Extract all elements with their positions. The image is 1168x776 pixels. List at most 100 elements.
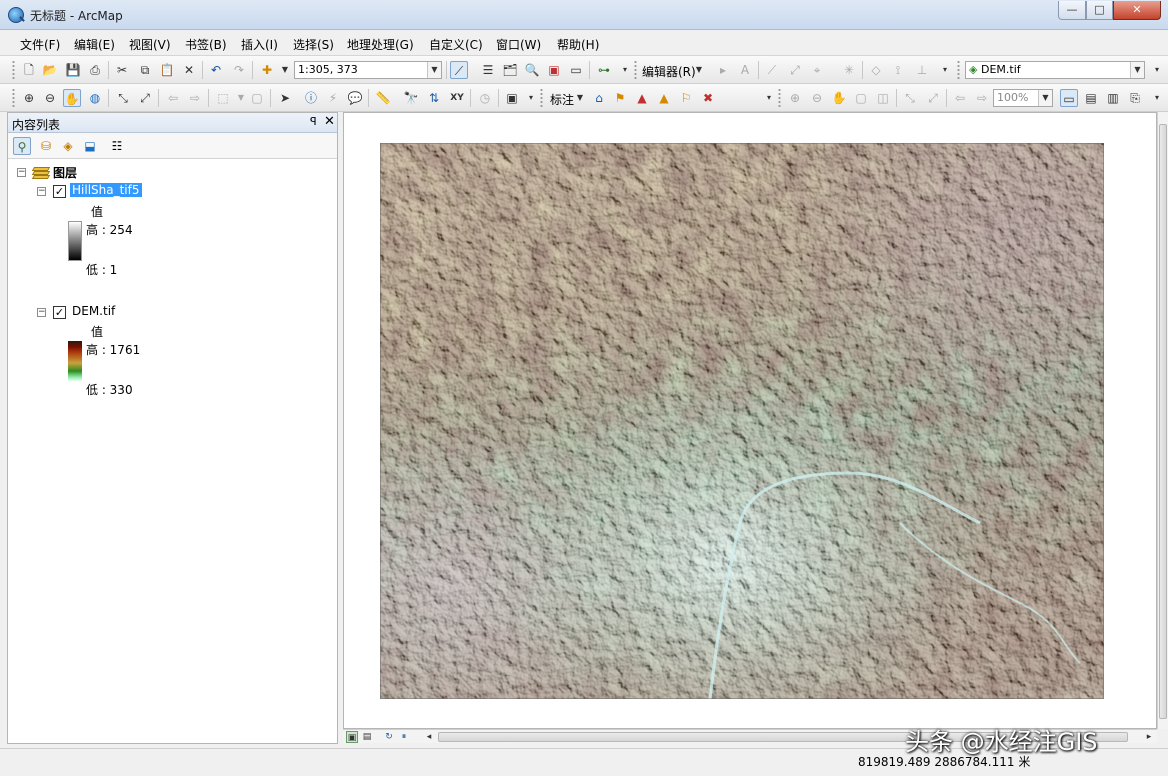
toolbar-options-icon[interactable]: ▾ [522,89,540,107]
paste-icon[interactable]: 📋 [158,61,176,79]
print-icon[interactable]: ⎙ [86,61,104,79]
model-builder-icon[interactable]: ⊶ [595,61,613,79]
add-data-icon[interactable]: ✚ [258,61,276,79]
catalog-icon[interactable]: 🗂 [501,61,519,79]
reshape-icon[interactable]: ⟟ [889,61,907,79]
identify-icon[interactable]: ⓘ [302,89,320,107]
collapse-layer-icon[interactable]: − [37,187,46,196]
layer-name-dem[interactable]: DEM.tif [72,304,115,318]
toolbar-options-icon[interactable]: ▾ [1148,89,1166,107]
arctoolbox-icon[interactable]: ▣ [545,61,563,79]
chevron-down-icon[interactable]: ▼ [694,61,704,79]
zoom-100-icon[interactable]: ◫ [874,89,892,107]
find-route-icon[interactable]: ⇅ [425,89,443,107]
list-drawing-order-icon[interactable]: ⚲ [13,137,31,155]
label-priority-icon[interactable]: ⚑ [611,89,629,107]
delete-icon[interactable]: ✕ [180,61,198,79]
fixed-zoom-in-layout-icon[interactable]: ⤡ [901,89,919,107]
trace-icon[interactable]: ⌖ [808,61,826,79]
edit-vertices-icon[interactable]: ◇ [867,61,885,79]
toolbar-options-icon[interactable]: ▾ [760,89,778,107]
layout-zoom-out-icon[interactable]: ⊖ [808,89,826,107]
menu-help[interactable]: 帮助(H) [557,36,599,53]
html-popup-icon[interactable]: 💬 [346,89,364,107]
fixed-zoom-out-layout-icon[interactable]: ⤢ [924,89,942,107]
chevron-down-icon[interactable]: ▼ [427,62,441,78]
chevron-down-icon[interactable]: ▼ [1130,62,1144,78]
open-icon[interactable]: 📂 [41,61,59,79]
add-data-dropdown-icon[interactable]: ▼ [276,61,294,79]
menu-edit[interactable]: 编辑(E) [74,36,115,53]
hyperlink-icon[interactable]: ⚡ [324,89,342,107]
fixed-zoom-in-icon[interactable]: ⤡ [114,89,132,107]
zoom-whole-page-icon[interactable]: ▢ [852,89,870,107]
fixed-zoom-out-icon[interactable]: ⤢ [136,89,154,107]
clear-selection-icon[interactable]: ▢ [248,89,266,107]
find-icon[interactable]: 🔭 [402,89,420,107]
end-point-arc-icon[interactable]: ⤢ [786,61,804,79]
pan-icon[interactable]: ✋ [63,89,81,107]
vertical-scrollbar[interactable] [1157,112,1168,729]
layer-name-hillshade[interactable]: HillSha_tif5 [70,183,142,197]
select-features-icon[interactable]: ⬚ [214,89,232,107]
lock-labels-icon[interactable]: ▲ [655,89,673,107]
time-slider-icon[interactable]: ◷ [476,89,494,107]
data-view-icon[interactable]: ▣ [346,731,358,743]
edit-annotation-icon[interactable]: A [736,61,754,79]
cut-icon[interactable]: ✂ [113,61,131,79]
undo-icon[interactable]: ↶ [207,61,225,79]
list-visibility-icon[interactable]: ◈ [59,137,77,155]
back-extent-icon[interactable]: ⇦ [164,89,182,107]
view-unplaced-labels-icon[interactable]: ✖ [699,89,717,107]
layout-view-icon[interactable]: ▤ [361,731,373,743]
dem-hillshade-raster[interactable] [380,143,1104,699]
full-extent-icon[interactable]: ◍ [86,89,104,107]
label-weight-icon[interactable]: ▲ [633,89,651,107]
list-selection-icon[interactable]: ⬓ [81,137,99,155]
layout-pan-icon[interactable]: ✋ [830,89,848,107]
search-window-icon[interactable]: 🔍 [523,61,541,79]
point-icon[interactable]: ✳ [840,61,858,79]
zoom-percent-combo[interactable]: 100% ▼ [993,89,1053,107]
vertical-scroll-thumb[interactable] [1159,124,1167,719]
straight-segment-icon[interactable]: ⟋ [763,61,781,79]
create-viewer-window-icon[interactable]: ▣ [503,89,521,107]
collapse-layers-icon[interactable]: − [17,168,26,177]
toolbar-grip[interactable] [957,60,960,80]
maximize-button[interactable]: □ [1086,1,1113,20]
scroll-right-icon[interactable]: ▸ [1143,731,1155,743]
menu-bookmarks[interactable]: 书签(B) [185,36,227,53]
labeling-menu[interactable]: 标注 [550,91,574,108]
editor-menu[interactable]: 编辑器(R) [642,63,696,80]
layout-zoom-in-icon[interactable]: ⊕ [786,89,804,107]
collapse-layer-icon[interactable]: − [37,308,46,317]
menu-customize[interactable]: 自定义(C) [429,36,483,53]
toolbar-grip[interactable] [12,88,15,108]
zoom-out-icon[interactable]: ⊖ [41,89,59,107]
menu-windows[interactable]: 窗口(W) [496,36,541,53]
go-back-layout-icon[interactable]: ⇦ [951,89,969,107]
options-icon[interactable]: ☷ [108,137,126,155]
layer-visibility-checkbox[interactable]: ✓ [53,306,66,319]
table-of-contents-icon[interactable]: ☰ [479,61,497,79]
close-button[interactable]: ✕ [1113,1,1161,20]
toolbar-grip[interactable] [12,60,15,80]
measure-icon[interactable]: 📏 [374,89,392,107]
chevron-down-icon[interactable]: ▼ [575,89,585,107]
target-layer-combo[interactable]: ◈ DEM.tif ▼ [965,61,1145,79]
scroll-left-icon[interactable]: ◂ [423,731,435,743]
python-window-icon[interactable]: ▭ [567,61,585,79]
toolbar-options-icon[interactable]: ▾ [936,61,954,79]
toolbar-grip[interactable] [778,88,781,108]
refresh-icon[interactable]: ↻ [383,731,395,743]
toolbar-options-icon[interactable]: ▾ [1148,61,1166,79]
menu-geoprocessing[interactable]: 地理处理(G) [347,36,414,53]
chevron-down-icon[interactable]: ▼ [1038,90,1052,106]
list-source-icon[interactable]: ⛁ [37,137,55,155]
menu-view[interactable]: 视图(V) [129,36,171,53]
select-elements-icon[interactable]: ➤ [276,89,294,107]
toolbar-grip[interactable] [540,88,543,108]
toc-close-icon[interactable]: ✕ [324,114,335,129]
data-driven-pages-icon[interactable]: ⎘ [1126,89,1144,107]
map-view[interactable] [343,112,1157,729]
